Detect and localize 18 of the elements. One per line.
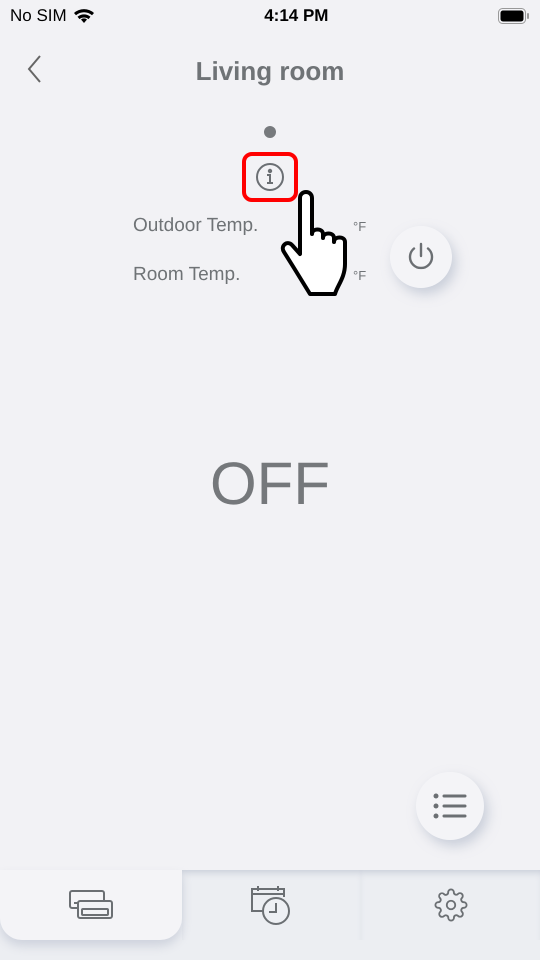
- mode-status: OFF: [210, 449, 330, 519]
- unit-label: °F: [353, 266, 366, 284]
- info-button[interactable]: [242, 152, 298, 202]
- air-conditioner-icon: [69, 890, 113, 920]
- reading-label: Outdoor Temp.: [133, 214, 260, 238]
- settings-icon: [434, 888, 468, 922]
- page-title: Living room: [196, 54, 344, 88]
- chevron-left-icon: [27, 55, 41, 83]
- carrier-label: No SIM: [10, 5, 67, 28]
- unit-label: °F: [353, 218, 366, 236]
- power-icon: [407, 242, 435, 272]
- info-icon: [255, 162, 285, 192]
- tab-item[interactable]: [0, 870, 182, 940]
- reading-label: Room Temp.: [133, 262, 242, 286]
- clock-time: 4:14 PM: [264, 5, 328, 28]
- wifi-icon: [72, 8, 95, 24]
- list-icon: [433, 792, 467, 820]
- battery-icon: [498, 8, 530, 24]
